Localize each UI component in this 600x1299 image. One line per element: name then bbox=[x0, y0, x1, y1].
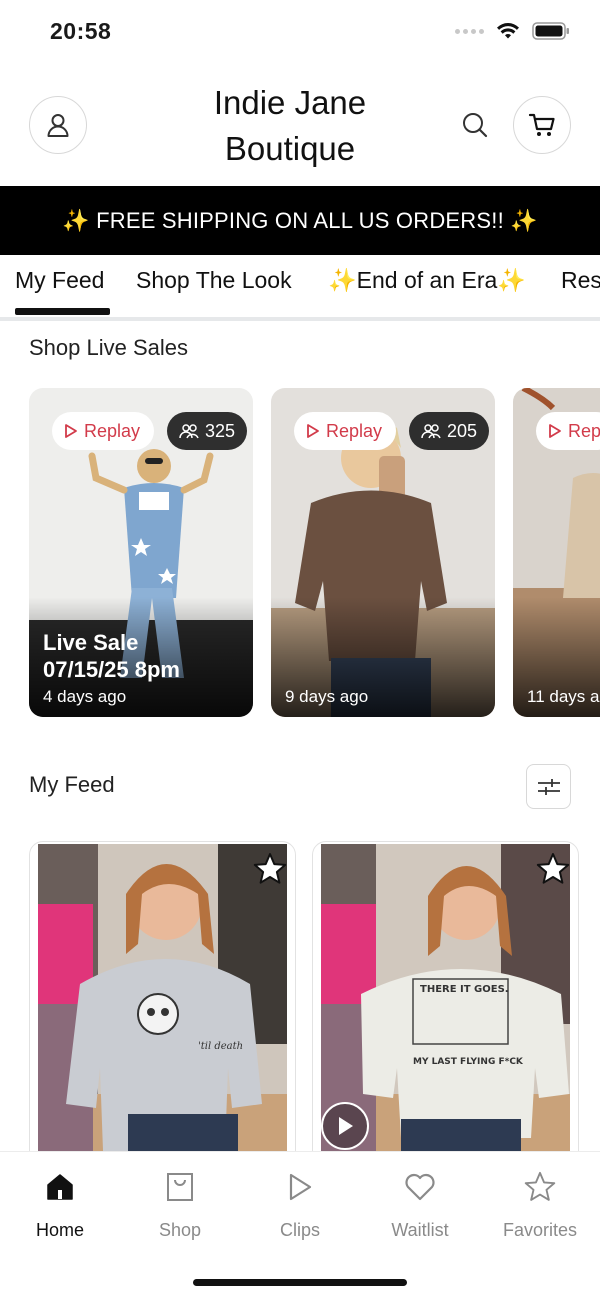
replay-button[interactable]: Rep bbox=[536, 412, 600, 450]
play-icon bbox=[289, 1173, 312, 1201]
nav-label: Clips bbox=[279, 1220, 320, 1240]
product-image: 'til death bbox=[38, 844, 287, 1170]
brand-title: Indie Jane Boutique bbox=[0, 80, 580, 172]
live-sale-date: 11 days ag bbox=[527, 687, 600, 706]
replay-button[interactable]: Replay bbox=[294, 412, 397, 450]
nav-shop[interactable]: Shop bbox=[120, 1168, 240, 1241]
live-sales-carousel[interactable]: Replay 325 Live Sale 07/15/25 8pm 4 days… bbox=[0, 388, 600, 718]
tab-shop-the-look[interactable]: Shop The Look bbox=[136, 267, 292, 294]
viewer-count-badge: 205 bbox=[409, 412, 490, 450]
tab-end-of-an-era[interactable]: ✨End of an Era✨ bbox=[328, 267, 526, 294]
favorite-star-icon[interactable] bbox=[253, 852, 287, 886]
app-header: Indie Jane Boutique bbox=[0, 66, 600, 186]
battery-icon bbox=[532, 22, 569, 40]
shopping-bag-icon bbox=[167, 1173, 193, 1201]
nav-home[interactable]: Home bbox=[0, 1168, 120, 1241]
tab-my-feed[interactable]: My Feed bbox=[15, 267, 112, 315]
star-icon bbox=[524, 1171, 556, 1201]
brand-line-1: Indie Jane bbox=[213, 84, 367, 121]
product-card[interactable]: THERE IT GOES. MY LAST FLYING F*CK bbox=[312, 841, 579, 1171]
home-icon bbox=[47, 1174, 73, 1200]
replay-label: Replay bbox=[326, 420, 383, 441]
nav-label: Favorites bbox=[502, 1220, 578, 1240]
product-photo: 'til death bbox=[38, 844, 287, 1170]
live-sale-title: Live Sale 07/15/25 8pm bbox=[43, 629, 180, 683]
heart-icon bbox=[405, 1173, 435, 1201]
replay-label: Rep bbox=[568, 420, 600, 441]
status-bar: 20:58 bbox=[0, 0, 600, 66]
nav-clips[interactable]: Clips bbox=[240, 1168, 360, 1241]
tabs-divider bbox=[0, 317, 600, 321]
nav-label: Shop bbox=[158, 1220, 202, 1240]
status-time: 20:58 bbox=[50, 18, 112, 44]
nav-waitlist[interactable]: Waitlist bbox=[360, 1168, 480, 1241]
search-button[interactable] bbox=[460, 110, 490, 140]
promo-banner[interactable]: ✨ FREE SHIPPING ON ALL US ORDERS!! ✨ bbox=[0, 186, 600, 255]
live-sale-date: 4 days ago bbox=[43, 687, 127, 706]
shirt-graphic-text: 'til death bbox=[198, 1041, 243, 1052]
cart-icon bbox=[528, 113, 555, 136]
search-icon bbox=[463, 113, 488, 138]
shirt-graphic-text-top: THERE IT GOES. bbox=[420, 984, 509, 995]
viewer-count-badge: 325 bbox=[167, 412, 248, 450]
category-tabs: My Feed Shop The Look ✨End of an Era✨ Re… bbox=[0, 255, 600, 319]
bottom-nav: Home Shop Clips Waitlist Favorites bbox=[0, 1151, 600, 1299]
home-indicator[interactable] bbox=[193, 1279, 407, 1286]
play-outline-icon bbox=[65, 424, 77, 438]
filter-button[interactable] bbox=[526, 764, 571, 809]
live-sale-date: 9 days ago bbox=[285, 687, 369, 706]
play-outline-icon bbox=[307, 424, 319, 438]
viewers-icon bbox=[421, 424, 441, 439]
wifi-icon bbox=[497, 23, 519, 39]
cart-button[interactable] bbox=[513, 96, 571, 154]
replay-label: Replay bbox=[84, 420, 141, 441]
favorite-star-icon[interactable] bbox=[536, 852, 570, 886]
nav-label: Waitlist bbox=[391, 1220, 449, 1240]
sliders-icon bbox=[537, 778, 560, 795]
shirt-graphic-text-bottom: MY LAST FLYING F*CK bbox=[413, 1057, 524, 1067]
brand-line-2: Boutique bbox=[224, 130, 356, 167]
live-sale-card[interactable]: Replay 205 9 days ago bbox=[271, 388, 495, 717]
status-icons bbox=[455, 22, 570, 40]
viewer-count: 325 bbox=[205, 420, 236, 441]
replay-button[interactable]: Replay bbox=[52, 412, 155, 450]
nav-label: Home bbox=[35, 1220, 84, 1240]
nav-favorites[interactable]: Favorites bbox=[480, 1168, 600, 1241]
live-sale-card[interactable]: Replay 325 Live Sale 07/15/25 8pm 4 days… bbox=[29, 388, 253, 717]
promo-text: ✨ FREE SHIPPING ON ALL US ORDERS!! ✨ bbox=[62, 207, 538, 233]
live-sale-title-line-2: 07/15/25 8pm bbox=[43, 657, 180, 682]
tab-res[interactable]: Res bbox=[561, 267, 600, 294]
product-card[interactable]: 'til death bbox=[29, 841, 296, 1171]
live-sale-title-line-1: Live Sale bbox=[43, 630, 139, 655]
play-outline-icon bbox=[549, 424, 561, 438]
cellular-signal-icon bbox=[455, 28, 484, 34]
live-sale-card[interactable]: Rep 11 days ag bbox=[513, 388, 600, 717]
feed-section-title: My Feed bbox=[29, 772, 115, 797]
play-icon bbox=[339, 1117, 353, 1135]
viewer-count: 205 bbox=[447, 420, 478, 441]
viewers-icon bbox=[179, 424, 199, 439]
video-play-button[interactable] bbox=[321, 1102, 369, 1150]
live-sales-title: Shop Live Sales bbox=[29, 335, 188, 360]
